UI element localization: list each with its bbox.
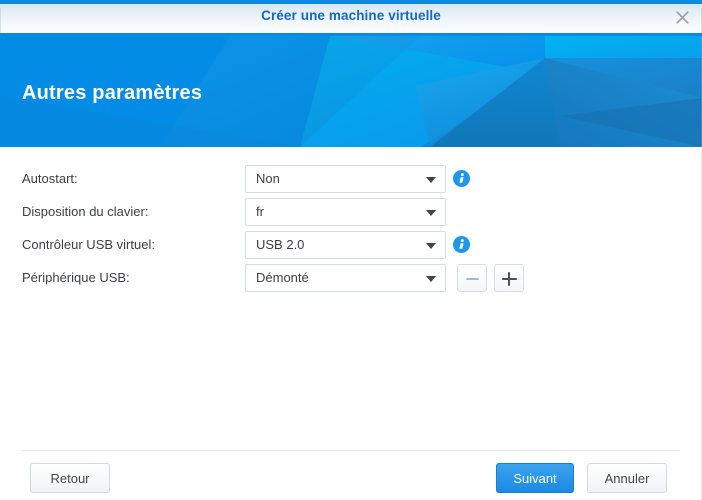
dropdown-usb-device-value: Démonté [256,270,309,285]
banner-heading: Autres paramètres [22,82,203,104]
info-icon-usb-controller[interactable] [453,236,470,253]
back-button[interactable]: Retour [30,463,110,493]
info-icon [453,236,470,253]
next-button[interactable]: Suivant [496,463,574,493]
form-row-keyboard-layout: Disposition du clavier: fr [0,198,702,226]
dropdown-autostart[interactable]: Non [245,165,446,193]
dialog-title: Créer une machine virtuelle [261,8,441,23]
info-icon [453,170,470,187]
cancel-button[interactable]: Annuler [587,463,667,493]
dropdown-usb-device[interactable]: Démonté [245,264,446,292]
dialog-banner: Autres paramètres [0,36,702,147]
chevron-down-icon [426,276,436,282]
form-row-autostart: Autostart: Non [0,165,702,193]
close-icon [675,10,689,24]
chevron-down-icon [426,177,436,183]
add-usb-device-button[interactable] [494,264,524,292]
form-row-usb-device: Périphérique USB: Démonté [0,264,702,292]
close-button[interactable] [670,6,694,28]
info-icon-autostart[interactable] [453,170,470,187]
label-usb-device: Périphérique USB: [22,270,130,285]
dialog-content: Autostart: Non Disposition du clavier: f… [0,147,702,450]
chevron-down-icon [426,243,436,249]
plus-icon-vertical [508,272,510,286]
dropdown-usb-controller-value: USB 2.0 [256,237,305,252]
label-autostart: Autostart: [22,171,78,186]
footer-divider [22,450,680,451]
dropdown-autostart-value: Non [256,171,280,186]
dropdown-keyboard-layout[interactable]: fr [245,198,446,226]
minus-icon [466,278,479,280]
label-usb-controller: Contrôleur USB virtuel: [22,237,155,252]
chevron-down-icon [426,210,436,216]
dropdown-keyboard-layout-value: fr [256,204,264,219]
form-row-usb-controller: Contrôleur USB virtuel: USB 2.0 [0,231,702,259]
create-vm-dialog: Créer une machine virtuelle Autres param… [0,0,702,500]
remove-usb-device-button[interactable] [457,264,487,292]
dropdown-usb-controller[interactable]: USB 2.0 [245,231,446,259]
label-keyboard-layout: Disposition du clavier: [22,204,149,219]
